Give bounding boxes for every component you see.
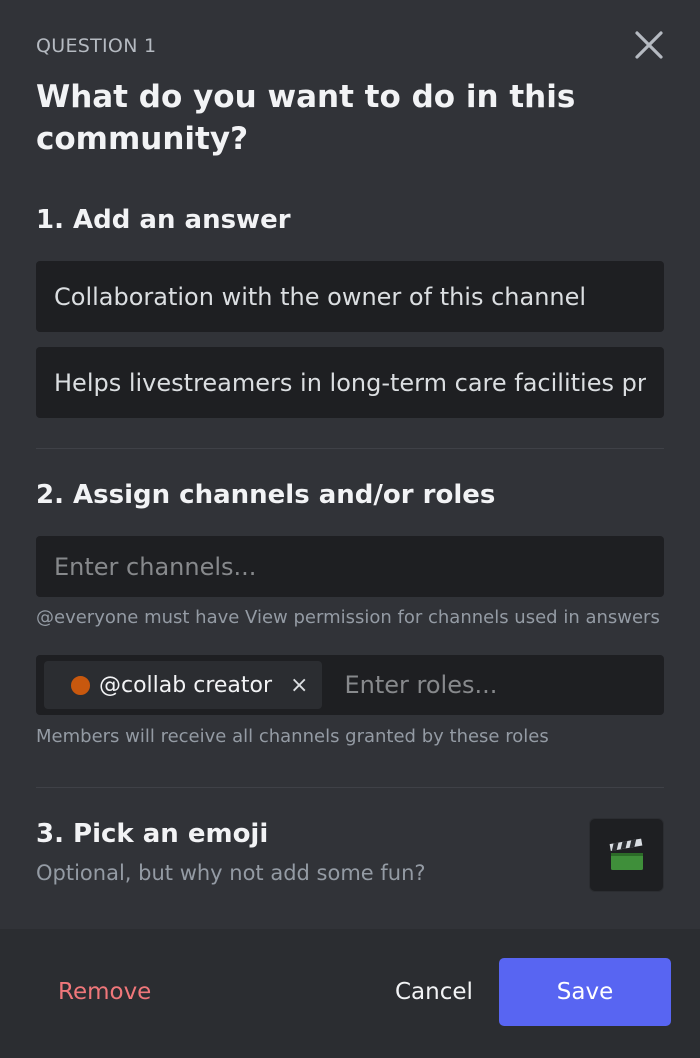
remove-role-icon[interactable]: × [290, 673, 308, 698]
emoji-picker-button[interactable] [589, 818, 664, 892]
role-color-dot [70, 674, 91, 696]
question-title: What do you want to do in this community… [36, 79, 576, 157]
close-icon[interactable] [626, 24, 672, 68]
role-name: @collab creator [99, 672, 273, 698]
roles-hint: Members will receive all channels grante… [36, 726, 549, 747]
question-number: QUESTION 1 [36, 35, 157, 57]
question-modal: QUESTION 1 What do you want to do in thi… [0, 0, 700, 1058]
channels-input[interactable] [54, 552, 646, 581]
add-answer-heading: 1. Add an answer [36, 205, 291, 235]
modal-footer: Remove Cancel Save [0, 929, 700, 1058]
section-divider [36, 448, 664, 449]
clapper-board-icon [609, 838, 643, 870]
emoji-subtitle: Optional, but why not add some fun? [36, 861, 426, 885]
role-chip: @collab creator × [44, 661, 323, 709]
roles-input[interactable] [342, 670, 664, 700]
answer-field-1[interactable] [36, 261, 664, 332]
pick-emoji-heading: 3. Pick an emoji [36, 819, 269, 849]
assign-heading: 2. Assign channels and/or roles [36, 480, 496, 510]
answer-field-2[interactable] [36, 347, 664, 418]
remove-button[interactable]: Remove [58, 979, 151, 1005]
answer-input-2[interactable] [54, 368, 646, 397]
channels-hint: @everyone must have View permission for … [36, 607, 660, 628]
channels-field[interactable] [36, 536, 664, 597]
roles-field[interactable]: @collab creator × [36, 655, 664, 715]
section-divider [36, 787, 664, 788]
answer-input-1[interactable] [54, 282, 646, 311]
save-button[interactable]: Save [499, 958, 671, 1026]
cancel-button[interactable]: Cancel [395, 979, 473, 1005]
